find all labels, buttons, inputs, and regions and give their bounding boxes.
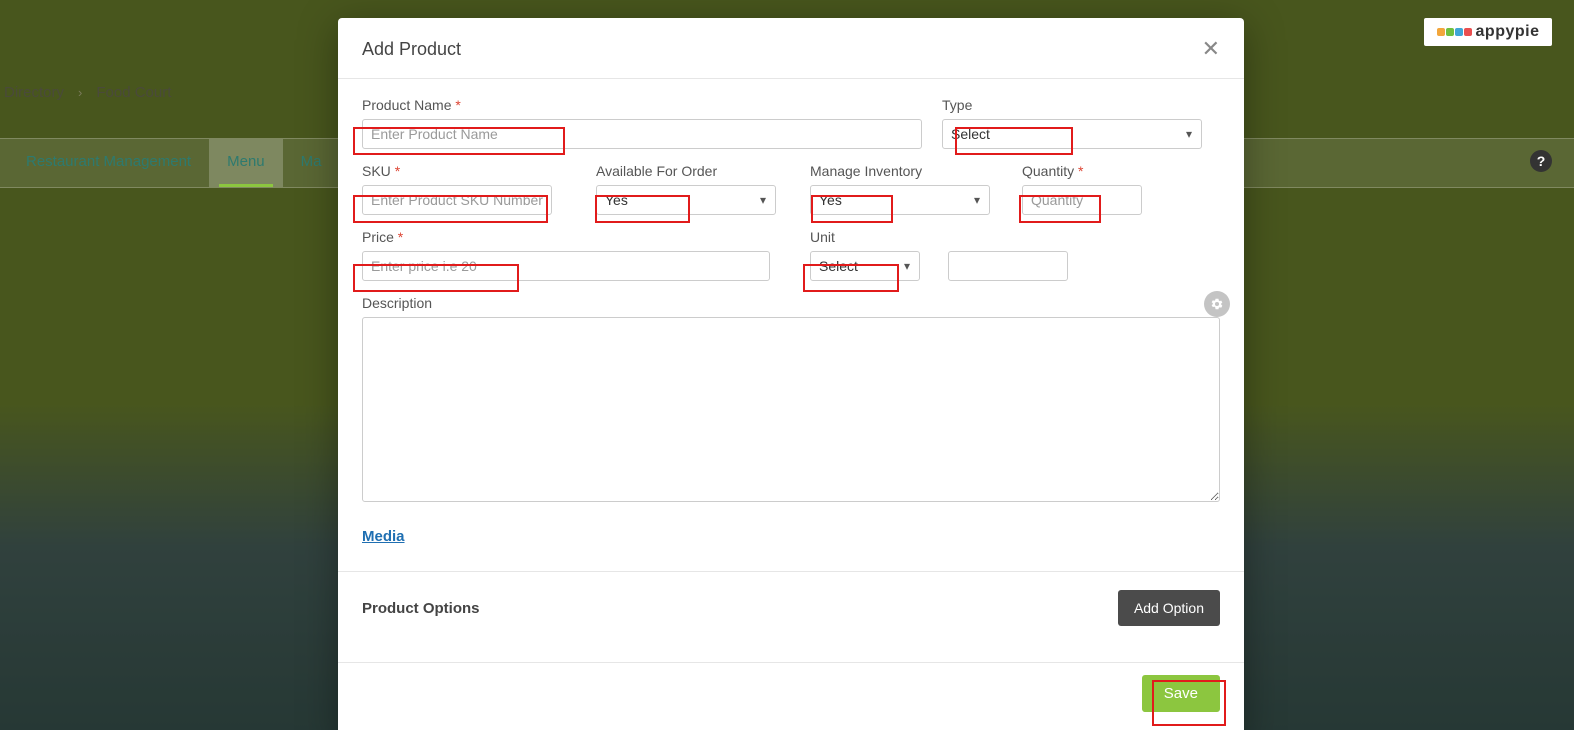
help-icon[interactable]: ? xyxy=(1530,150,1552,172)
breadcrumb-current[interactable]: Food Court xyxy=(96,84,171,101)
tab-partial[interactable]: Ma xyxy=(283,139,340,187)
save-button[interactable]: Save xyxy=(1142,675,1220,712)
available-label: Available For Order xyxy=(596,163,776,179)
breadcrumb-root[interactable]: Directory xyxy=(4,84,64,101)
unit-label: Unit xyxy=(810,229,1068,245)
sku-label: SKU * xyxy=(362,163,552,179)
quantity-input[interactable] xyxy=(1022,185,1142,215)
description-textarea[interactable] xyxy=(362,317,1220,502)
modal-title: Add Product xyxy=(362,39,461,60)
add-product-modal: Add Product ✕ Product Name * Type Select… xyxy=(338,18,1244,730)
quantity-label: Quantity * xyxy=(1022,163,1142,179)
logo-text: appypie xyxy=(1476,23,1540,41)
product-name-label: Product Name * xyxy=(362,97,922,113)
add-option-button[interactable]: Add Option xyxy=(1118,590,1220,626)
product-options-title: Product Options xyxy=(362,600,480,617)
type-select[interactable]: Select xyxy=(942,119,1202,149)
tab-restaurant-management[interactable]: Restaurant Management xyxy=(8,139,209,187)
logo: appypie xyxy=(1424,18,1552,46)
product-name-input[interactable] xyxy=(362,119,922,149)
manage-inventory-label: Manage Inventory xyxy=(810,163,990,179)
gear-icon[interactable] xyxy=(1204,291,1230,317)
close-icon[interactable]: ✕ xyxy=(1202,38,1220,60)
tab-menu[interactable]: Menu xyxy=(209,139,283,187)
breadcrumb: Directory › Food Court xyxy=(4,84,171,101)
media-link[interactable]: Media xyxy=(362,528,405,545)
unit-extra-input[interactable] xyxy=(948,251,1068,281)
price-label: Price * xyxy=(362,229,770,245)
sku-input[interactable] xyxy=(362,185,552,215)
manage-inventory-select[interactable]: Yes xyxy=(810,185,990,215)
price-input[interactable] xyxy=(362,251,770,281)
logo-icon xyxy=(1437,28,1472,36)
chevron-right-icon: › xyxy=(78,85,82,100)
unit-select[interactable]: Select xyxy=(810,251,920,281)
available-select[interactable]: Yes xyxy=(596,185,776,215)
type-label: Type xyxy=(942,97,1220,113)
description-label: Description xyxy=(362,295,1220,311)
